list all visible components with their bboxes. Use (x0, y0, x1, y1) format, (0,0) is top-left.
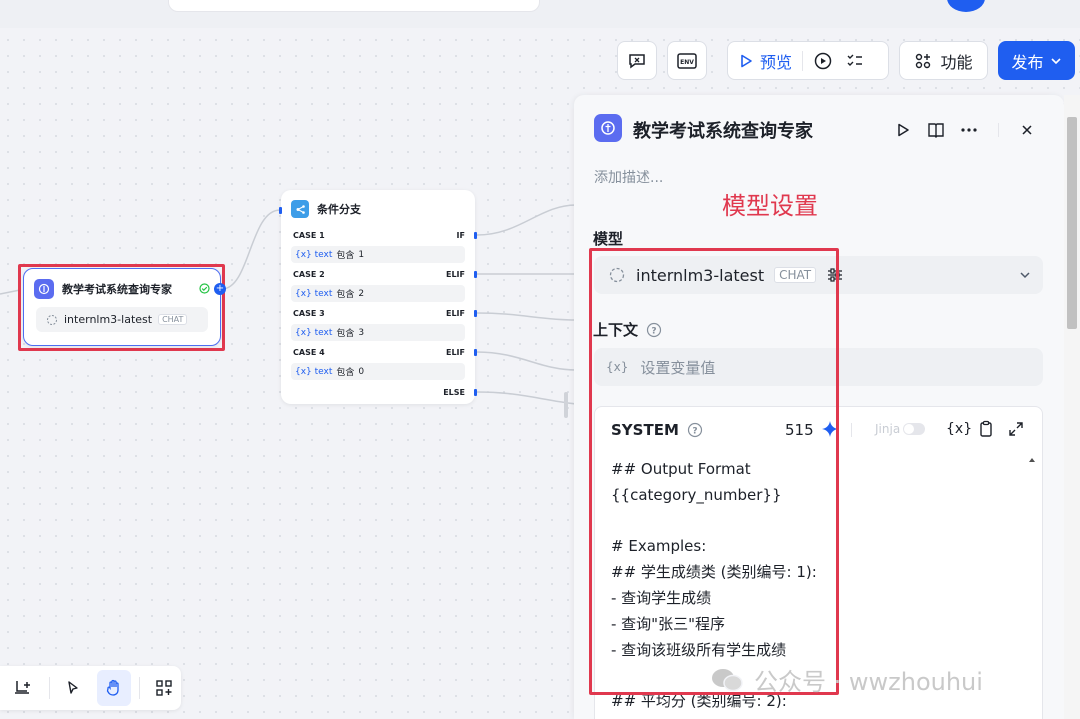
watermark: 公众号 · wwzhouhui (710, 662, 983, 697)
case-row: CASE 3 ELIF (293, 309, 465, 318)
grid-icon (155, 680, 172, 696)
toggle-switch[interactable] (903, 423, 926, 435)
if-output-port[interactable] (474, 232, 477, 239)
check-circle-icon (199, 283, 210, 294)
scrollbar-thumb[interactable] (1067, 117, 1077, 329)
case-row: CASE 1 IF (293, 231, 465, 240)
llm-node-title: 教学考试系统查询专家 (62, 283, 172, 296)
function-label: 功能 (940, 52, 973, 72)
highlight-frame-model-settings (589, 248, 839, 695)
hand-tool-button[interactable] (96, 670, 132, 706)
play-icon (741, 54, 752, 67)
feedback-icon (629, 53, 645, 68)
more-dots-icon (961, 128, 977, 132)
else-output-port[interactable] (474, 389, 477, 396)
case-row: CASE 2 ELIF (293, 270, 465, 279)
expand-icon[interactable] (1007, 420, 1025, 438)
brain-icon (594, 114, 622, 142)
edge-elif2 (476, 312, 577, 321)
add-node-button[interactable] (6, 670, 41, 706)
close-icon (1022, 125, 1032, 135)
svg-text:ENV: ENV (680, 59, 694, 66)
publish-label: 发布 (1011, 52, 1044, 72)
cursor-icon (68, 681, 78, 694)
panel-scrollbar[interactable] (1064, 95, 1080, 719)
run-node-button[interactable] (892, 119, 914, 141)
edge-else (476, 391, 577, 405)
close-panel-button[interactable] (1016, 119, 1038, 141)
divider (851, 423, 852, 437)
edge-if (476, 204, 577, 236)
insert-variable-button[interactable]: {x} (946, 421, 972, 437)
checklist-button[interactable] (843, 42, 875, 79)
add-node-icon (15, 681, 31, 694)
more-button[interactable] (958, 119, 980, 141)
history-play-icon (814, 52, 832, 69)
jinja-toggle[interactable]: Jinja (875, 422, 926, 436)
llm-node-model-tag: CHAT (158, 314, 188, 325)
preview-button[interactable]: 预览 (728, 42, 802, 79)
divider (139, 677, 141, 699)
publish-button[interactable]: 发布 (998, 41, 1075, 80)
divider (48, 677, 50, 699)
divider (998, 123, 999, 137)
edge-llm-cond (221, 209, 281, 290)
clipboard-icon[interactable] (977, 420, 995, 438)
condition-input-port[interactable] (279, 207, 282, 214)
preview-group: 预览 (727, 41, 889, 80)
env-button[interactable]: ENV (667, 41, 707, 80)
layout-button[interactable] (146, 670, 181, 706)
wechat-icon (712, 668, 743, 691)
feedback-button[interactable] (617, 41, 657, 80)
hand-icon (106, 679, 119, 696)
elif-output-port[interactable] (474, 349, 477, 356)
prompt-scrollbar[interactable] (1028, 449, 1036, 719)
edge-start-llm (0, 289, 21, 295)
book-icon (928, 123, 944, 138)
checklist-icon (847, 54, 863, 66)
elif-output-port[interactable] (474, 310, 477, 317)
chevron-down-icon (1020, 272, 1030, 279)
elif-output-port[interactable] (474, 271, 477, 278)
function-button[interactable]: 功能 (899, 41, 988, 80)
branch-icon (291, 200, 309, 218)
play-icon (898, 123, 909, 137)
llm-node[interactable]: 教学考试系统查询专家 + internlm3-latest CHAT (23, 268, 226, 346)
pointer-tool-button[interactable] (56, 670, 91, 706)
description-input[interactable]: 添加描述... (594, 167, 663, 187)
model-icon (47, 314, 57, 325)
chevron-down-icon (1050, 57, 1061, 64)
condition-node[interactable]: 条件分支 CASE 1 IF {x} text 包含 1 CASE 2 ELIF {x}… (279, 190, 477, 404)
condition-row[interactable]: {x} text 包含 2 (291, 285, 465, 302)
llm-node-model-chip: internlm3-latest CHAT (36, 307, 208, 332)
canvas-toolbar (0, 666, 181, 710)
panel-title[interactable]: 教学考试系统查询专家 (633, 117, 813, 143)
model-section-label: 模型 (593, 230, 624, 248)
condition-row[interactable]: {x} text 包含 3 (291, 324, 465, 341)
llm-node-model-name: internlm3-latest (64, 313, 153, 326)
brain-icon (34, 279, 54, 299)
annotation-label: 模型设置 (722, 192, 818, 220)
run-history-button[interactable] (803, 42, 843, 79)
resize-handle (564, 392, 568, 418)
edge-elif3 (476, 351, 577, 371)
case-row: CASE 4 ELIF (293, 348, 465, 357)
condition-node-title: 条件分支 (317, 203, 361, 216)
help-doc-button[interactable] (925, 119, 947, 141)
else-row: ELSE (443, 388, 465, 397)
add-node-port[interactable]: + (214, 283, 226, 295)
condition-row[interactable]: {x} text 包含 1 (291, 246, 465, 263)
env-icon: ENV (677, 52, 697, 69)
condition-row[interactable]: {x} text 包含 0 (291, 363, 465, 380)
apps-icon (916, 53, 931, 68)
preview-label: 预览 (760, 52, 793, 72)
